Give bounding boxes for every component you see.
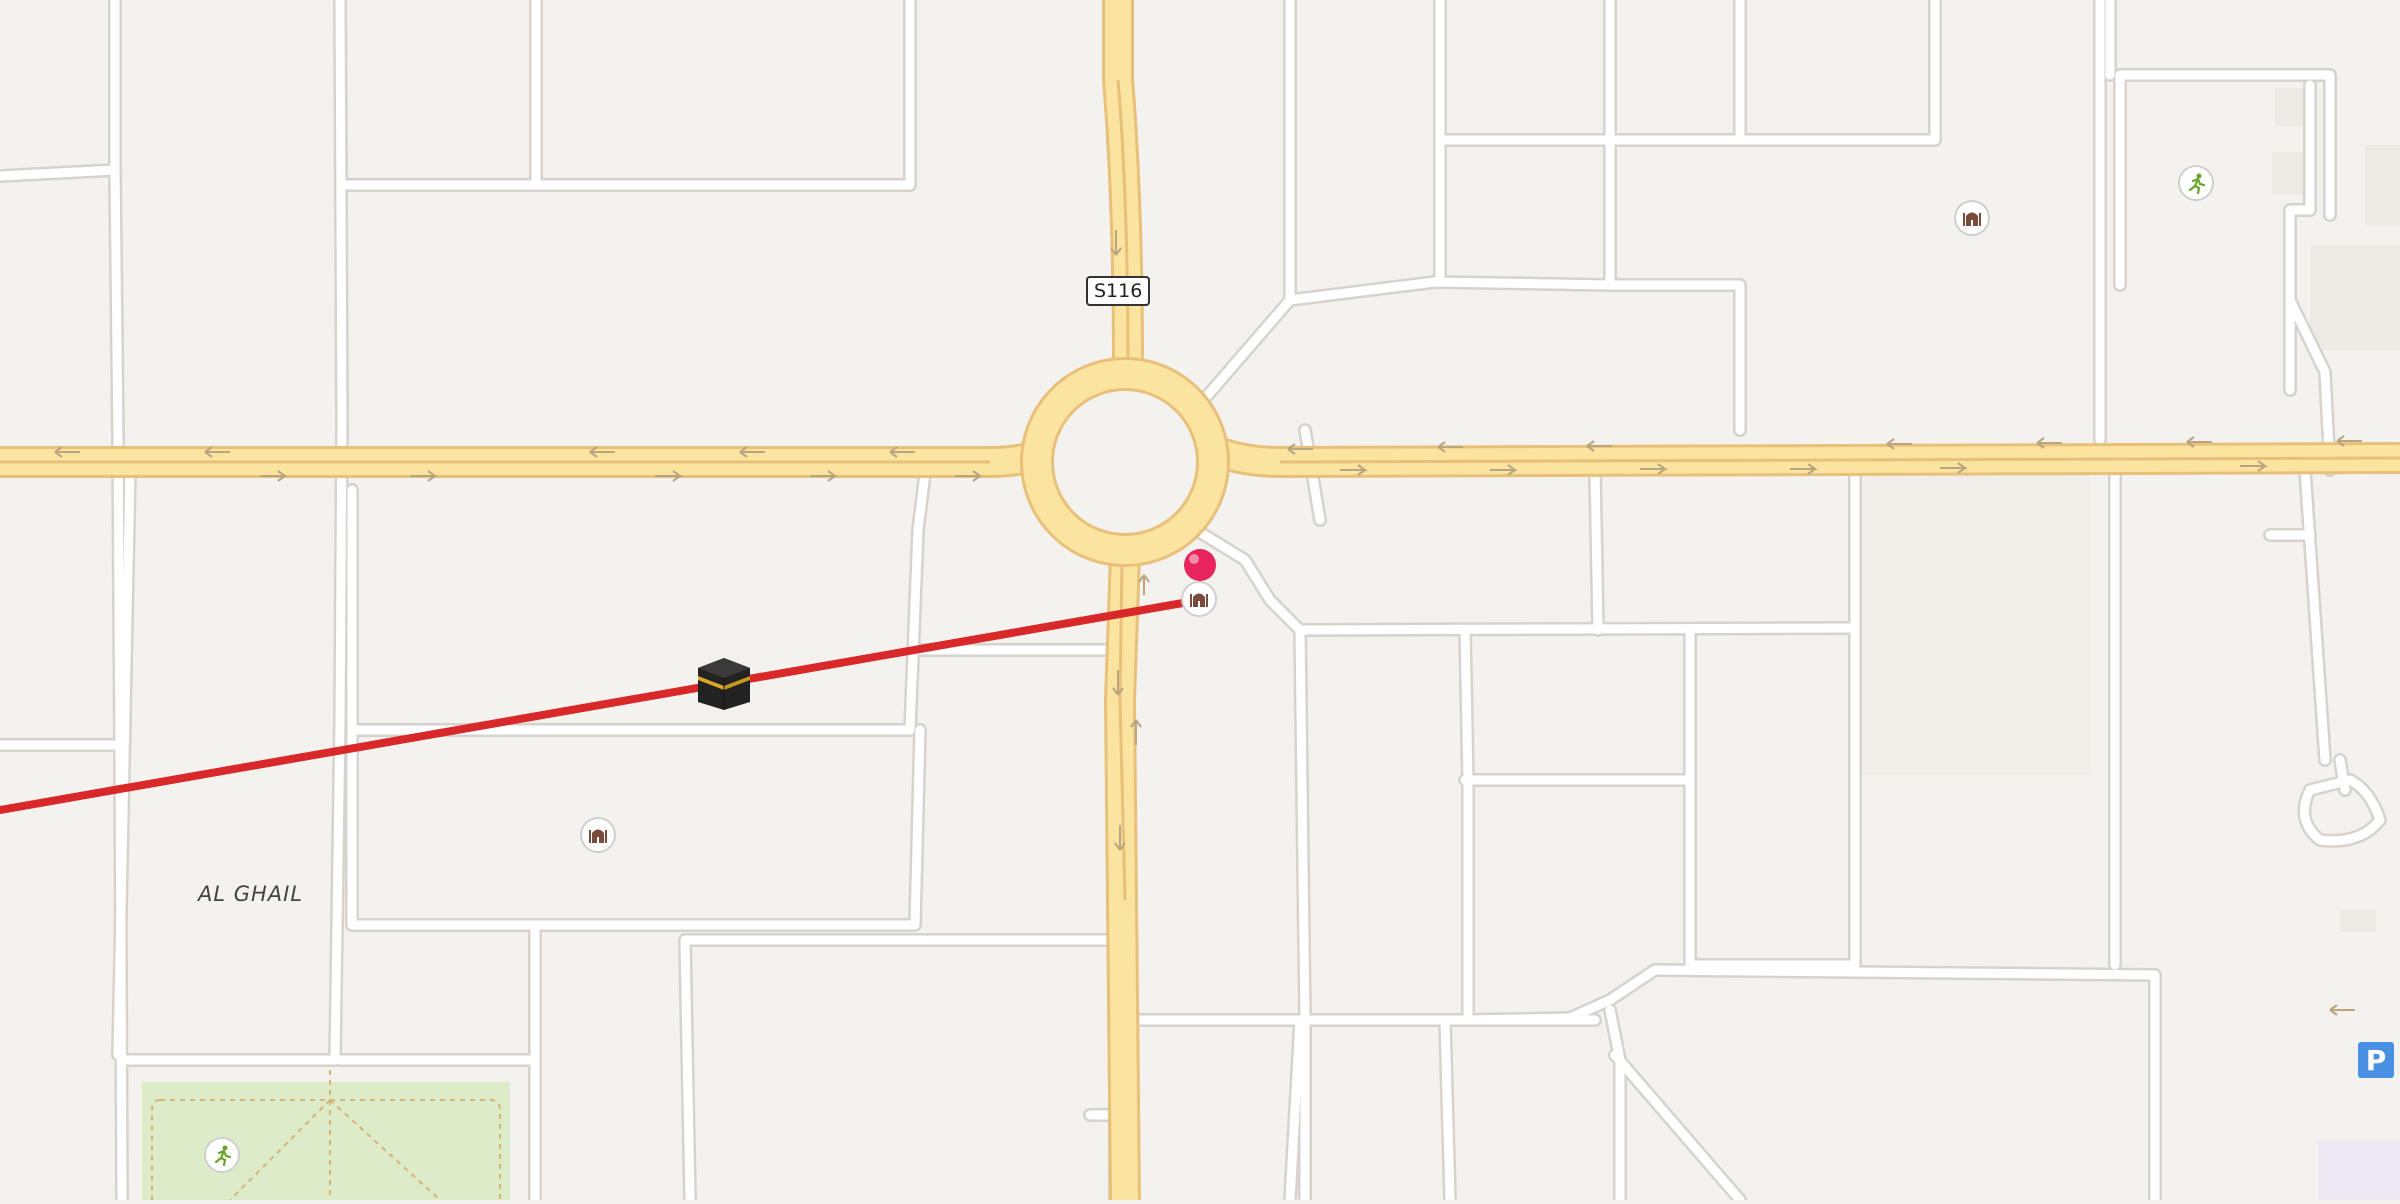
running-icon[interactable]: [204, 1137, 240, 1173]
parking-icon[interactable]: P: [2358, 1042, 2394, 1078]
area-label-al-ghail: AL GHAIL: [198, 882, 304, 906]
map-canvas[interactable]: S116 AL GHAIL P: [0, 0, 2400, 1204]
mosque-icon[interactable]: [1181, 581, 1217, 617]
mosque-icon[interactable]: [1954, 200, 1990, 236]
kaaba-icon[interactable]: [696, 656, 752, 712]
road-shield-s116: S116: [1086, 276, 1151, 306]
running-icon[interactable]: [2178, 165, 2214, 201]
mosque-icon[interactable]: [580, 817, 616, 853]
